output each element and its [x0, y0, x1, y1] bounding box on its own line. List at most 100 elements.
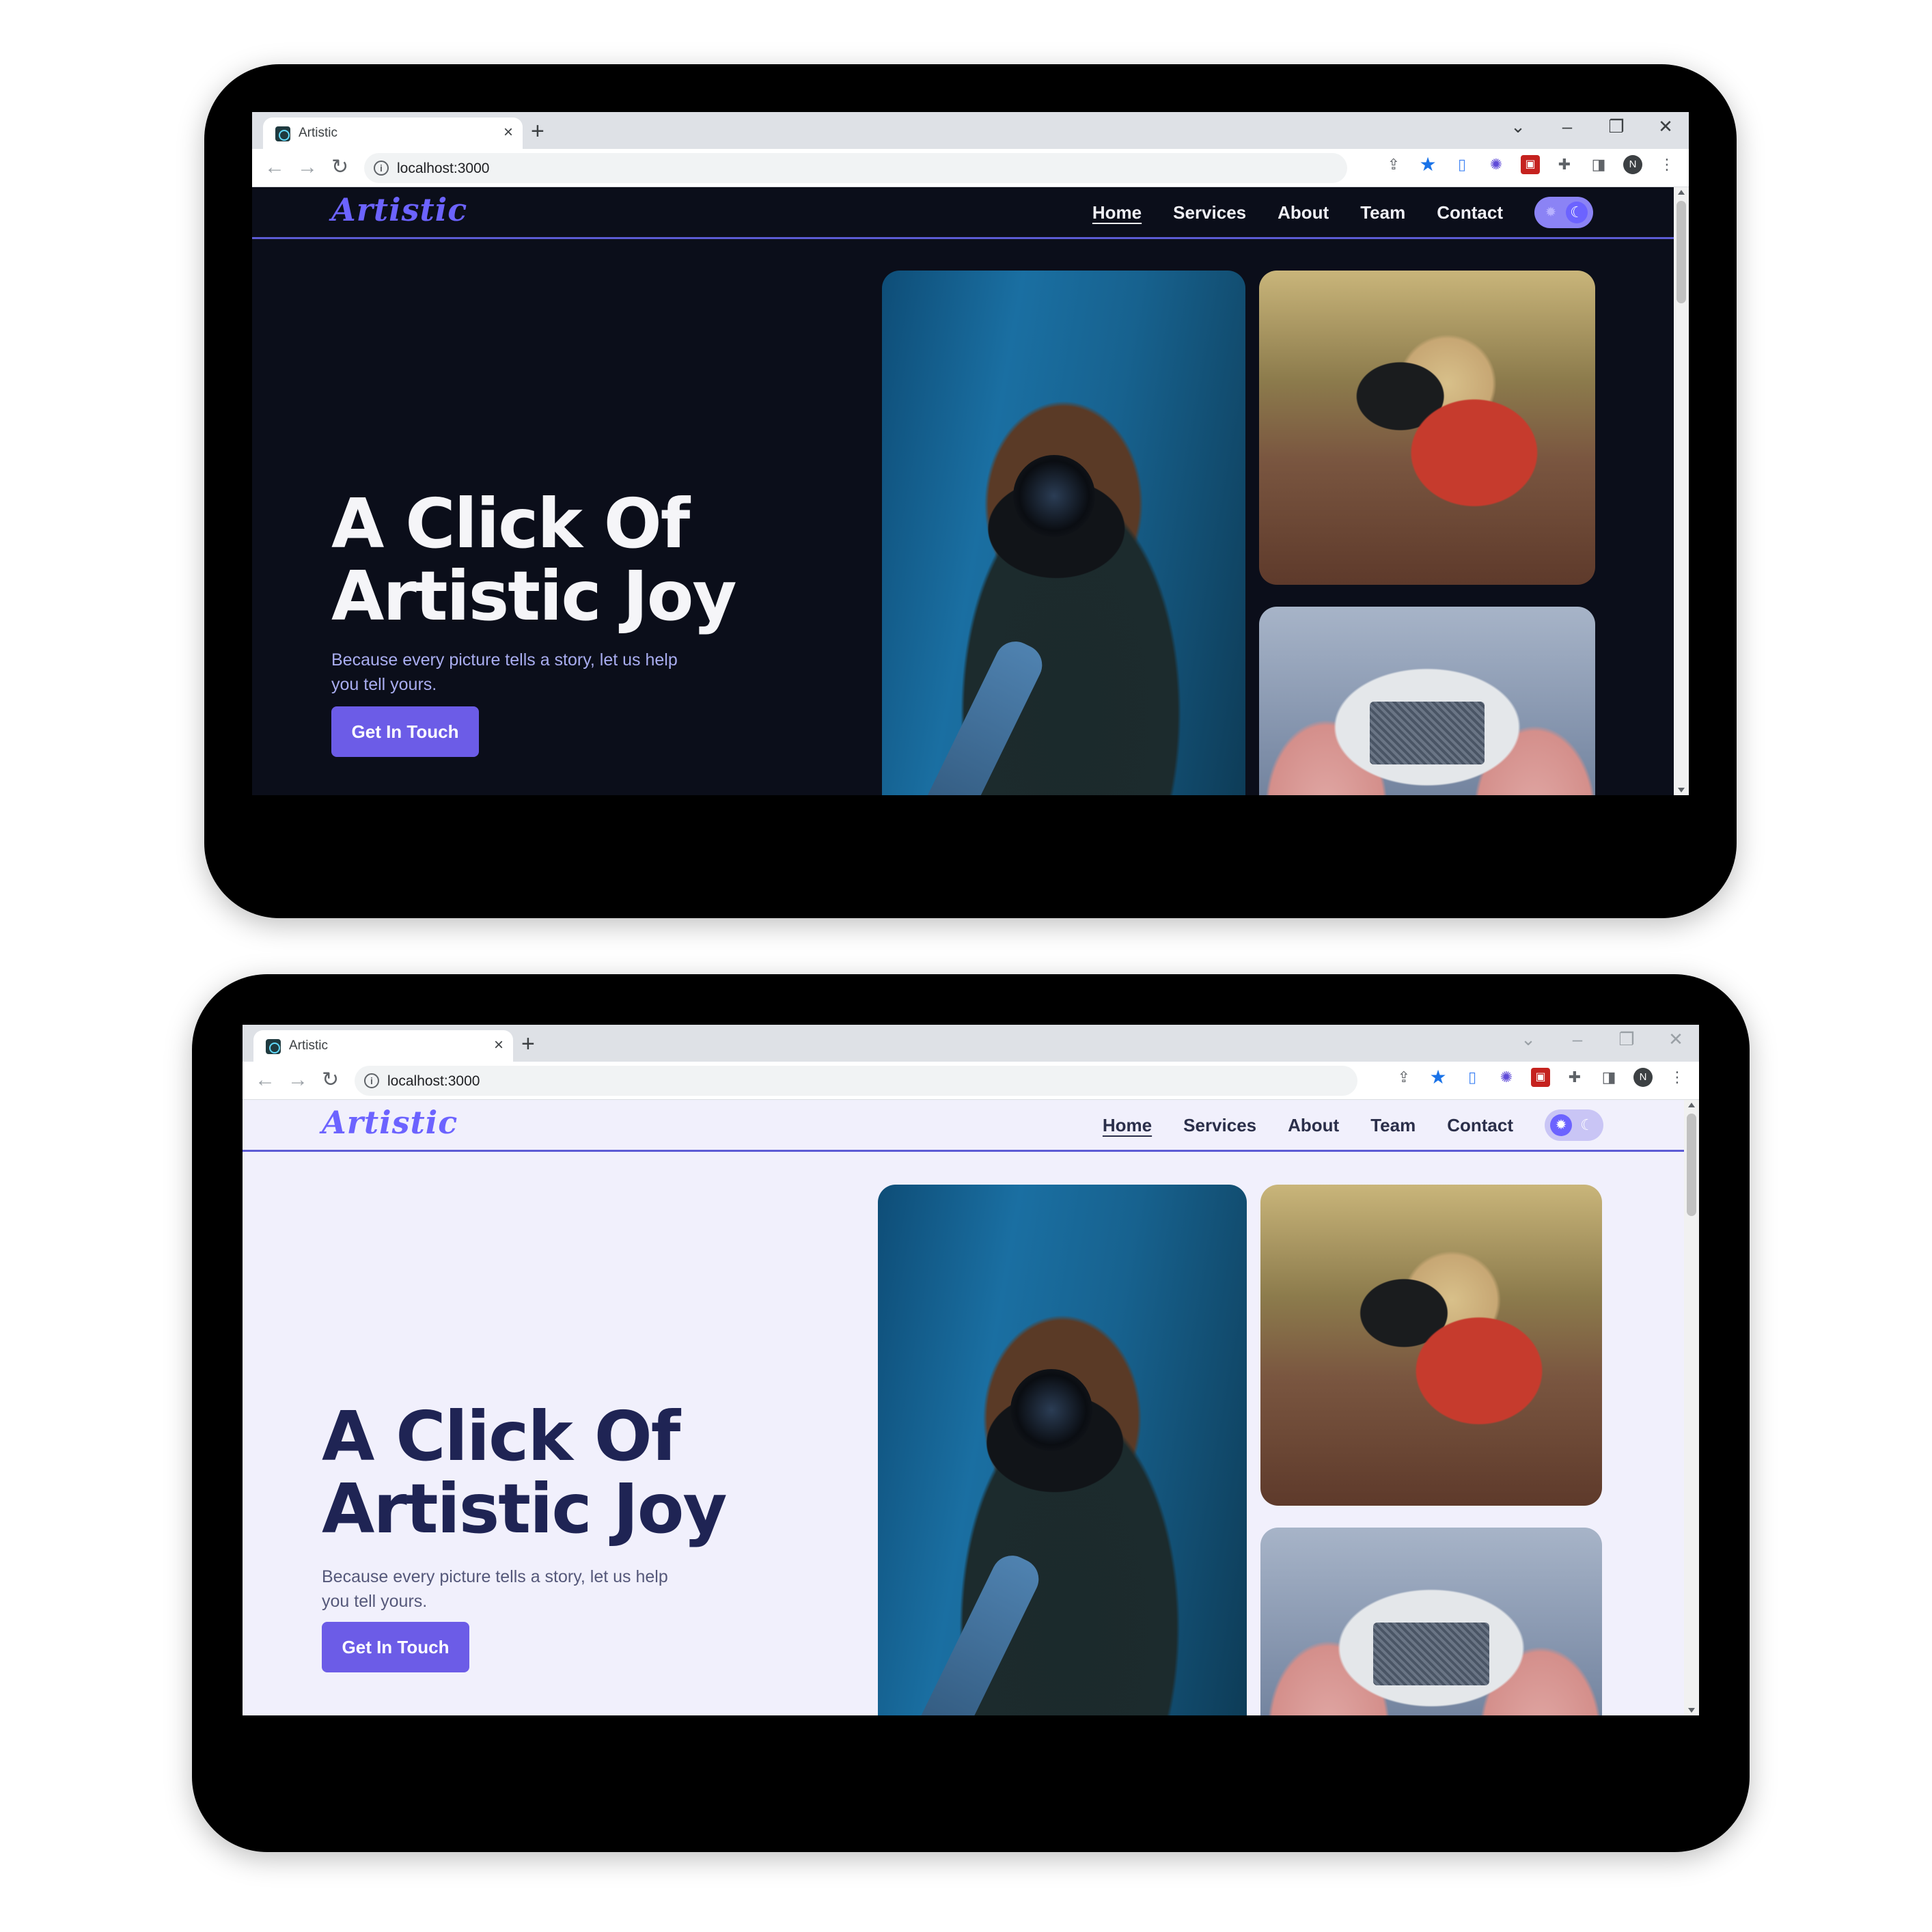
sidepanel-icon[interactable]: ◨: [1589, 155, 1608, 174]
device-frame-dark: Artistic × + ⌄ – ❐ ✕ ← → ↻ i localhost:3…: [204, 64, 1737, 918]
nav-link-services[interactable]: Services: [1183, 1115, 1256, 1136]
moon-icon: ☾: [1566, 202, 1588, 223]
photo-railing: [878, 1548, 1046, 1715]
back-arrow-icon[interactable]: ←: [255, 1068, 275, 1092]
minimize-button[interactable]: –: [1568, 1029, 1587, 1050]
screen-dark: Artistic × + ⌄ – ❐ ✕ ← → ↻ i localhost:3…: [252, 112, 1689, 795]
nav-link-home[interactable]: Home: [1092, 202, 1142, 223]
forward-arrow-icon[interactable]: →: [288, 1068, 308, 1092]
window-controls: ⌄ – ❐ ✕: [1508, 116, 1675, 137]
close-window-button[interactable]: ✕: [1656, 116, 1675, 137]
new-tab-button[interactable]: +: [521, 1031, 535, 1057]
site-navbar: Artistic Home Services About Team Contac…: [252, 187, 1674, 239]
scroll-down-arrow[interactable]: [1688, 1708, 1695, 1713]
site-logo[interactable]: Artistic: [331, 191, 467, 228]
extension-red-icon[interactable]: ▣: [1521, 155, 1540, 174]
photo-camera-lens: [1012, 455, 1095, 537]
hero-photo-phone-hands: [1260, 1528, 1602, 1715]
puzzle-icon[interactable]: ✚: [1565, 1068, 1584, 1087]
photo-phone-screen: [1370, 701, 1485, 764]
tab-strip: Artistic × + ⌄ – ❐ ✕: [252, 112, 1689, 149]
browser-tab[interactable]: Artistic ×: [253, 1030, 513, 1062]
hero-title: A Click Of Artistic Joy: [322, 1400, 728, 1545]
hero-title-line1: A Click Of: [331, 484, 690, 564]
browser-tab[interactable]: Artistic ×: [263, 118, 523, 149]
site-info-icon[interactable]: i: [364, 1073, 379, 1088]
sun-icon: ✹: [1550, 1114, 1572, 1136]
restore-button[interactable]: ❐: [1617, 1029, 1636, 1050]
scroll-up-arrow[interactable]: [1688, 1103, 1695, 1107]
close-tab-icon[interactable]: ×: [494, 1036, 503, 1055]
get-in-touch-button[interactable]: Get In Touch: [331, 706, 479, 757]
close-tab-icon[interactable]: ×: [503, 123, 513, 142]
site-info-icon[interactable]: i: [374, 161, 389, 176]
reload-icon[interactable]: ↻: [322, 1068, 339, 1092]
site-logo[interactable]: Artistic: [322, 1104, 458, 1141]
hero-subtitle: Because every picture tells a story, let…: [331, 650, 678, 694]
reload-icon[interactable]: ↻: [331, 156, 348, 179]
address-bar[interactable]: i localhost:3000: [364, 153, 1347, 183]
tab-title: Artistic: [299, 126, 337, 140]
hero-title-line2: Artistic Joy: [322, 1469, 728, 1549]
kebab-menu-icon[interactable]: ⋮: [1668, 1068, 1687, 1087]
url-text[interactable]: localhost:3000: [397, 161, 489, 177]
new-tab-button[interactable]: +: [531, 118, 544, 144]
scroll-down-arrow[interactable]: [1678, 788, 1685, 792]
scroll-up-arrow[interactable]: [1678, 190, 1685, 195]
get-in-touch-button[interactable]: Get In Touch: [322, 1622, 469, 1672]
url-text[interactable]: localhost:3000: [387, 1073, 480, 1090]
toolbar-icons: ⇪ ★ ▯ ✺ ▣ ✚ ◨ N ⋮: [1384, 155, 1676, 174]
tab-title: Artistic: [289, 1038, 328, 1053]
tab-search-icon[interactable]: ⌄: [1519, 1029, 1538, 1050]
hero-title-line2: Artistic Joy: [331, 556, 737, 636]
scroll-thumb[interactable]: [1687, 1114, 1696, 1216]
react-logo-icon: [275, 126, 290, 141]
sidepanel-icon[interactable]: ◨: [1599, 1068, 1618, 1087]
extension-gear-icon[interactable]: ✺: [1497, 1068, 1516, 1087]
nav-link-team[interactable]: Team: [1360, 202, 1405, 223]
hero-photo-city-photographer: [878, 1185, 1247, 1715]
profile-avatar[interactable]: N: [1623, 155, 1642, 174]
hero-photo-leaves-photographer: [1260, 1185, 1602, 1506]
share-icon[interactable]: ⇪: [1394, 1068, 1413, 1087]
extension-gear-icon[interactable]: ✺: [1487, 155, 1506, 174]
main-menu: Home Services About Team Contact ✹ ☾: [1092, 197, 1593, 228]
tab-search-icon[interactable]: ⌄: [1508, 116, 1528, 137]
kebab-menu-icon[interactable]: ⋮: [1657, 155, 1676, 174]
extension-red-icon[interactable]: ▣: [1531, 1068, 1550, 1087]
hero-subtitle: Because every picture tells a story, let…: [322, 1567, 668, 1611]
back-arrow-icon[interactable]: ←: [264, 156, 285, 179]
close-window-button[interactable]: ✕: [1666, 1029, 1685, 1050]
nav-link-about[interactable]: About: [1278, 202, 1329, 223]
theme-toggle[interactable]: ✹ ☾: [1534, 197, 1593, 228]
minimize-button[interactable]: –: [1558, 116, 1577, 137]
photo-railing: [882, 634, 1049, 795]
bookmark-star-icon[interactable]: ★: [1418, 155, 1437, 174]
nav-link-team[interactable]: Team: [1370, 1115, 1416, 1136]
share-icon[interactable]: ⇪: [1384, 155, 1403, 174]
react-logo-icon: [266, 1039, 281, 1054]
nav-link-about[interactable]: About: [1288, 1115, 1339, 1136]
profile-avatar[interactable]: N: [1633, 1068, 1653, 1087]
hero-photo-leaves-photographer: [1259, 271, 1595, 585]
page-scrollbar[interactable]: [1674, 187, 1689, 795]
bookmark-star-icon[interactable]: ★: [1429, 1068, 1448, 1087]
forward-arrow-icon[interactable]: →: [297, 156, 318, 179]
sun-icon: ✹: [1545, 205, 1557, 220]
nav-link-contact[interactable]: Contact: [1447, 1115, 1513, 1136]
device-frame-light: Artistic × + ⌄ – ❐ ✕ ← → ↻ i localhost:3…: [192, 974, 1750, 1852]
nav-link-contact[interactable]: Contact: [1437, 202, 1503, 223]
nav-link-services[interactable]: Services: [1173, 202, 1246, 223]
tab-strip: Artistic × + ⌄ – ❐ ✕: [243, 1025, 1699, 1062]
extension-doc-icon[interactable]: ▯: [1463, 1068, 1482, 1087]
moon-icon: ☾: [1580, 1116, 1594, 1133]
hero-title: A Click Of Artistic Joy: [331, 488, 737, 636]
nav-link-home[interactable]: Home: [1103, 1115, 1152, 1136]
scroll-thumb[interactable]: [1676, 201, 1686, 303]
page-scrollbar[interactable]: [1684, 1100, 1699, 1715]
puzzle-icon[interactable]: ✚: [1555, 155, 1574, 174]
extension-doc-icon[interactable]: ▯: [1452, 155, 1472, 174]
address-bar[interactable]: i localhost:3000: [355, 1066, 1357, 1096]
theme-toggle[interactable]: ✹ ☾: [1545, 1109, 1603, 1141]
restore-button[interactable]: ❐: [1607, 116, 1626, 137]
